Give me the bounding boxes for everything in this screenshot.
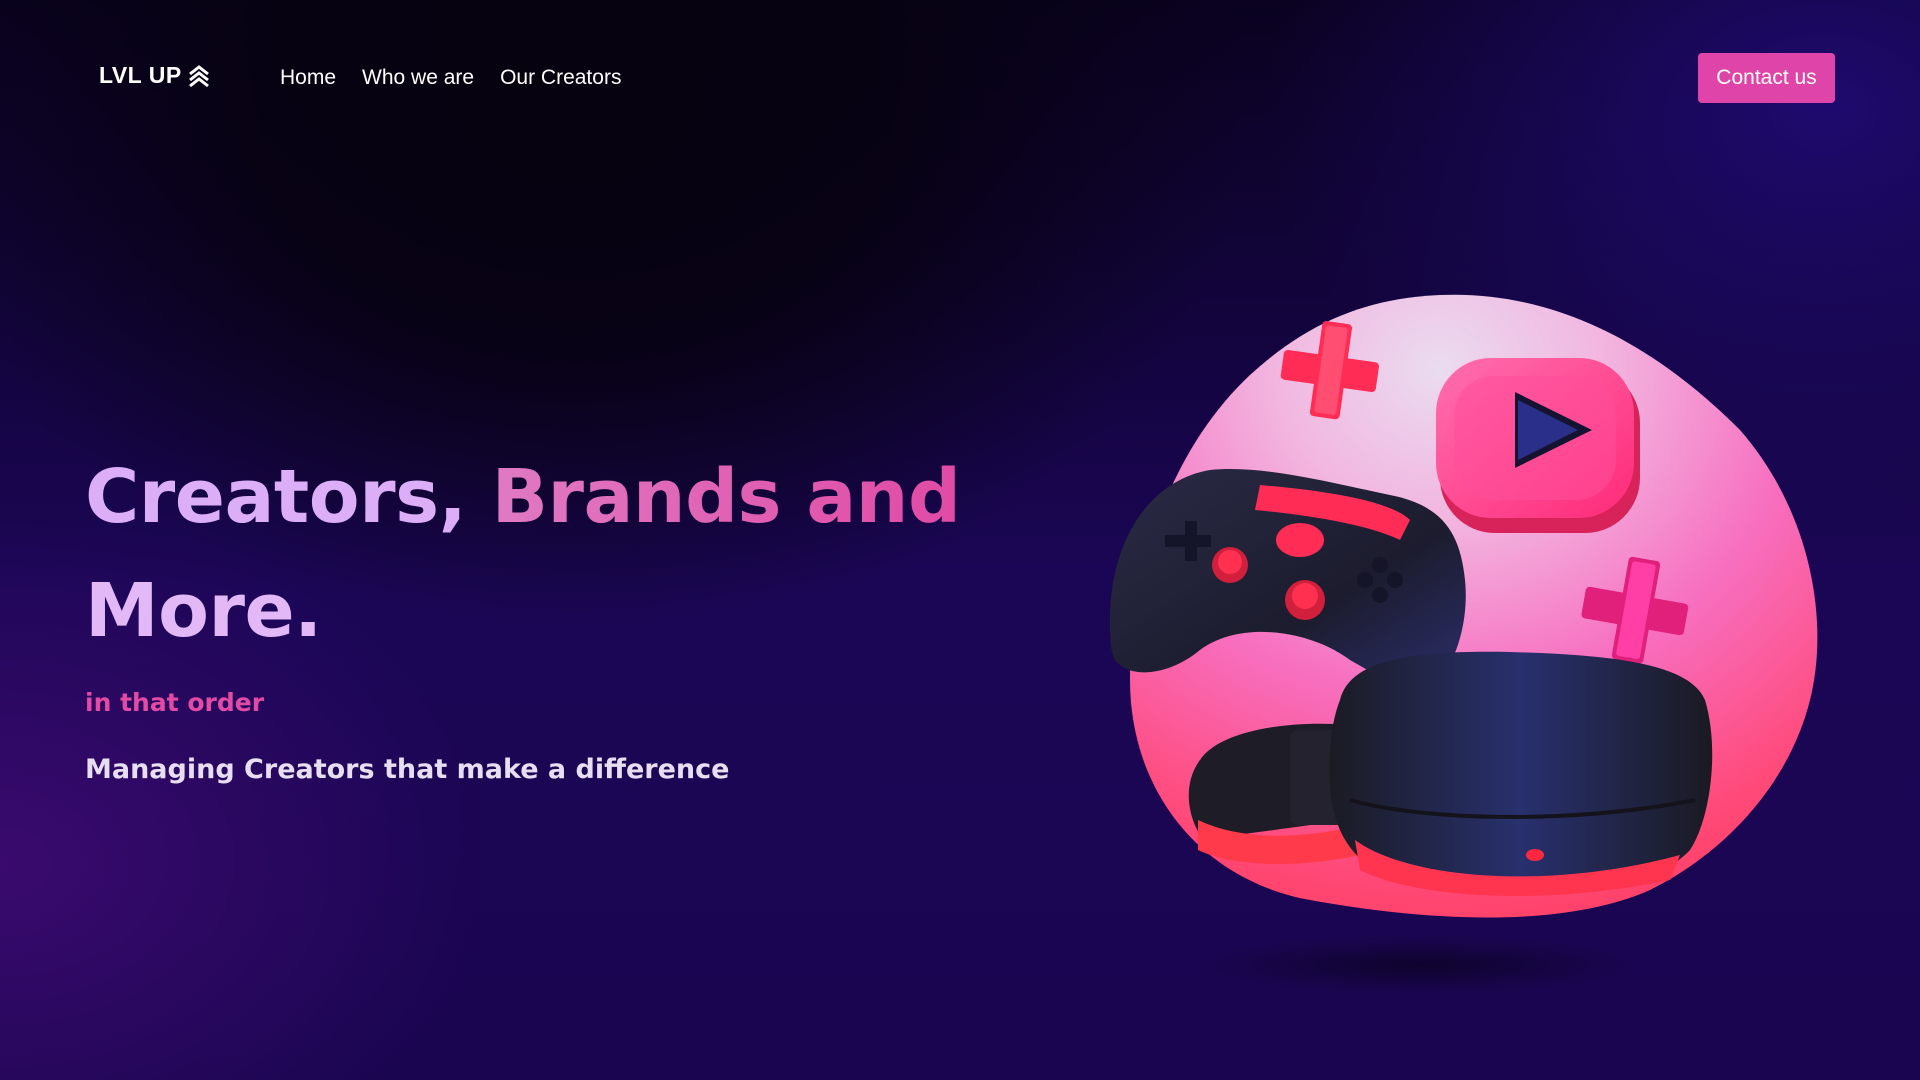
contact-us-button[interactable]: Contact us [1698,53,1835,103]
hero-subline: Managing Creators that make a difference [85,754,730,785]
play-button-icon [1436,358,1640,533]
hero-headline: Creators, Brands and More. [85,440,985,668]
brand-logo[interactable]: LVL UP [99,62,210,89]
nav-link-our-creators[interactable]: Our Creators [500,62,621,94]
headline-part-creators: Creators, [85,454,492,540]
chevrons-up-icon [188,64,210,88]
nav-links: Home Who we are Our Creators [280,62,621,94]
top-navigation: LVL UP Home Who we are Our Creators Cont… [0,0,1920,156]
nav-link-who-we-are[interactable]: Who we are [362,62,474,94]
headline-part-brands: Brands and [491,454,961,540]
gaming-illustration [1090,280,1850,1000]
illustration-shadow [1200,935,1640,995]
headline-line-2: More. [85,568,322,654]
hero-tagline: in that order [85,688,265,717]
nav-link-home[interactable]: Home [280,62,336,94]
logo-text: LVL UP [99,62,182,88]
headline-line-1: Creators, Brands and [85,440,985,554]
